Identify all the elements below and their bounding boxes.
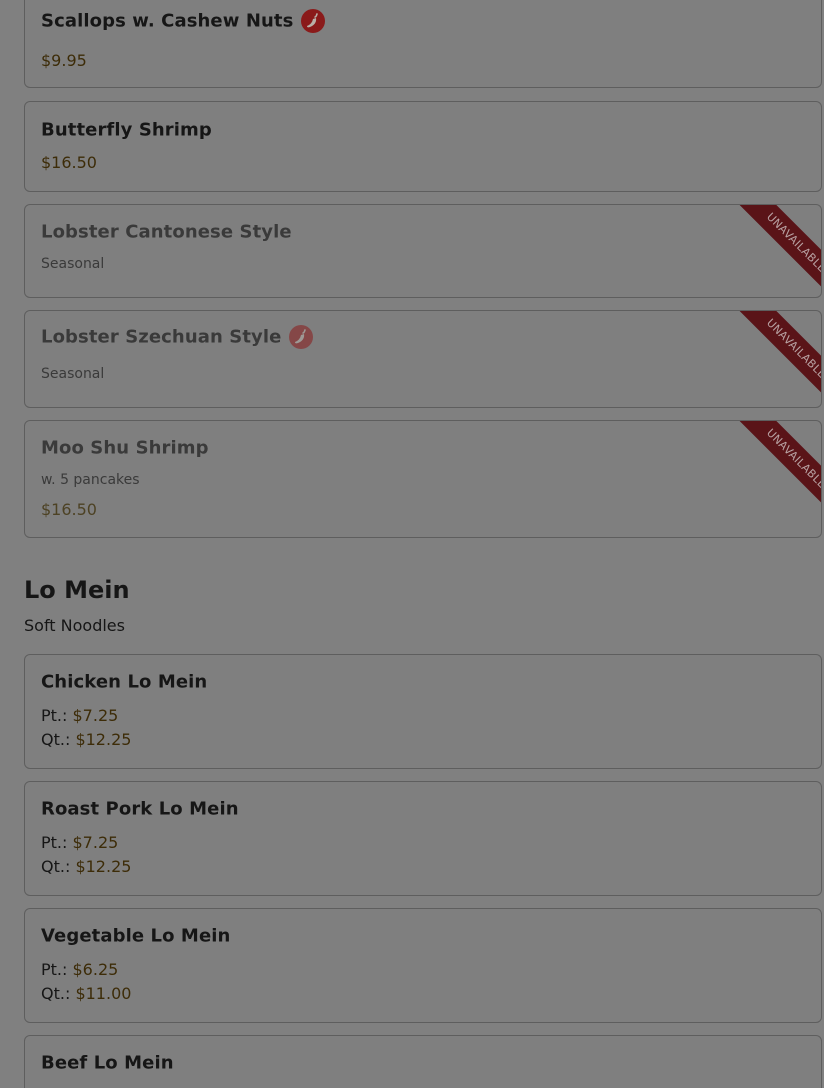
quart-price: Qt.: $12.25	[41, 730, 131, 749]
item-name: Vegetable Lo Mein	[41, 925, 231, 947]
unavailable-ribbon: UNAVAILABLE	[725, 311, 821, 407]
menu-item-card[interactable]: Chicken Lo Mein Pt.: $7.25 Qt.: $12.25	[24, 654, 822, 769]
item-name: Chicken Lo Mein	[41, 671, 208, 693]
pint-label: Pt.:	[41, 833, 68, 852]
menu-item-card-unavailable[interactable]: Lobster Cantonese Style Seasonal UNAVAIL…	[24, 204, 822, 298]
unavailable-ribbon: UNAVAILABLE	[725, 421, 821, 517]
quart-label: Qt.:	[41, 857, 71, 876]
menu-item-card[interactable]: Roast Pork Lo Mein Pt.: $7.25 Qt.: $12.2…	[24, 781, 822, 896]
item-name: Scallops w. Cashew Nuts	[41, 9, 326, 33]
menu-item-card[interactable]: Scallops w. Cashew Nuts $9.95	[24, 0, 822, 88]
menu-page: Scallops w. Cashew Nuts $9.95 Butterfly …	[0, 0, 824, 1088]
quart-label: Qt.:	[41, 984, 71, 1003]
pint-value: $7.25	[72, 706, 119, 725]
quart-price: Qt.: $12.25	[41, 857, 131, 876]
menu-item-card[interactable]: Butterfly Shrimp $16.50	[24, 101, 822, 192]
pint-label: Pt.:	[41, 706, 68, 725]
quart-value: $12.25	[75, 730, 132, 749]
menu-item-card-unavailable[interactable]: Lobster Szechuan Style Seasonal UNAVAILA…	[24, 310, 822, 408]
pint-price: Pt.: $7.25	[41, 833, 118, 852]
item-name: Lobster Cantonese Style	[41, 221, 292, 243]
pint-value: $7.25	[72, 833, 119, 852]
unavailable-label: UNAVAILABLE	[733, 205, 821, 297]
item-price: $16.50	[41, 500, 97, 519]
pint-price: Pt.: $6.25	[41, 960, 118, 979]
item-name: Lobster Szechuan Style	[41, 325, 314, 349]
item-description: Seasonal	[41, 366, 105, 382]
item-price: $16.50	[41, 153, 97, 172]
unavailable-label: UNAVAILABLE	[733, 311, 821, 407]
item-price: $9.95	[41, 51, 87, 70]
chili-pepper-icon	[301, 9, 326, 33]
chili-pepper-icon	[289, 325, 314, 349]
item-name: Moo Shu Shrimp	[41, 437, 209, 459]
item-name: Butterfly Shrimp	[41, 119, 212, 141]
menu-item-card-unavailable[interactable]: Moo Shu Shrimp w. 5 pancakes $16.50 UNAV…	[24, 420, 822, 538]
section-title: Lo Mein	[24, 576, 130, 604]
pint-label: Pt.:	[41, 960, 68, 979]
item-name: Beef Lo Mein	[41, 1052, 174, 1074]
menu-item-card[interactable]: Beef Lo Mein	[24, 1035, 822, 1088]
item-description: Seasonal	[41, 256, 105, 272]
pint-value: $6.25	[72, 960, 119, 979]
item-description: w. 5 pancakes	[41, 472, 140, 488]
quart-value: $12.25	[75, 857, 132, 876]
unavailable-ribbon: UNAVAILABLE	[725, 205, 821, 297]
unavailable-label: UNAVAILABLE	[733, 421, 821, 517]
section-subtitle: Soft Noodles	[24, 616, 125, 635]
quart-value: $11.00	[75, 984, 132, 1003]
pint-price: Pt.: $7.25	[41, 706, 118, 725]
quart-label: Qt.:	[41, 730, 71, 749]
quart-price: Qt.: $11.00	[41, 984, 131, 1003]
menu-item-card[interactable]: Vegetable Lo Mein Pt.: $6.25 Qt.: $11.00	[24, 908, 822, 1023]
item-name: Roast Pork Lo Mein	[41, 798, 239, 820]
